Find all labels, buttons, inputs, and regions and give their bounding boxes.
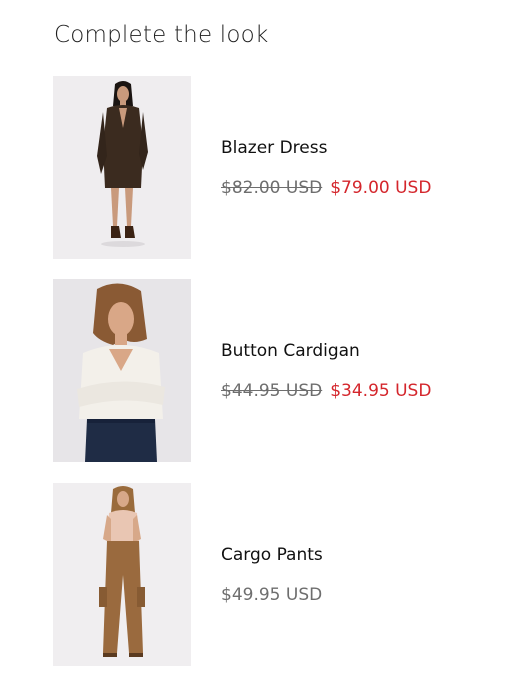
product-title[interactable]: Blazer Dress: [221, 138, 327, 158]
product-image[interactable]: [53, 76, 191, 259]
model-photo-icon: [53, 76, 191, 259]
product-title[interactable]: Cargo Pants: [221, 545, 323, 565]
complete-the-look-section: Complete the look Blazer Dress $82.00 US…: [0, 0, 507, 679]
price-group: $82.00 USD $79.00 USD: [221, 178, 431, 198]
product-title[interactable]: Button Cardigan: [221, 341, 360, 361]
model-photo-icon: [53, 483, 191, 666]
sale-price: $34.95 USD: [330, 381, 432, 401]
section-heading: Complete the look: [54, 22, 269, 48]
product-card-cargo-pants[interactable]: Cargo Pants $49.95 USD: [53, 483, 493, 666]
compare-at-price: $82.00 USD: [221, 178, 323, 198]
sale-price: $79.00 USD: [330, 178, 432, 198]
product-image[interactable]: [53, 483, 191, 666]
regular-price: $49.95 USD: [221, 585, 323, 605]
price-group: $49.95 USD: [221, 585, 322, 605]
product-card-blazer-dress[interactable]: Blazer Dress $82.00 USD $79.00 USD: [53, 76, 493, 259]
model-photo-icon: [53, 279, 191, 462]
compare-at-price: $44.95 USD: [221, 381, 323, 401]
product-card-button-cardigan[interactable]: Button Cardigan $44.95 USD $34.95 USD: [53, 279, 493, 462]
product-image[interactable]: [53, 279, 191, 462]
price-group: $44.95 USD $34.95 USD: [221, 381, 431, 401]
